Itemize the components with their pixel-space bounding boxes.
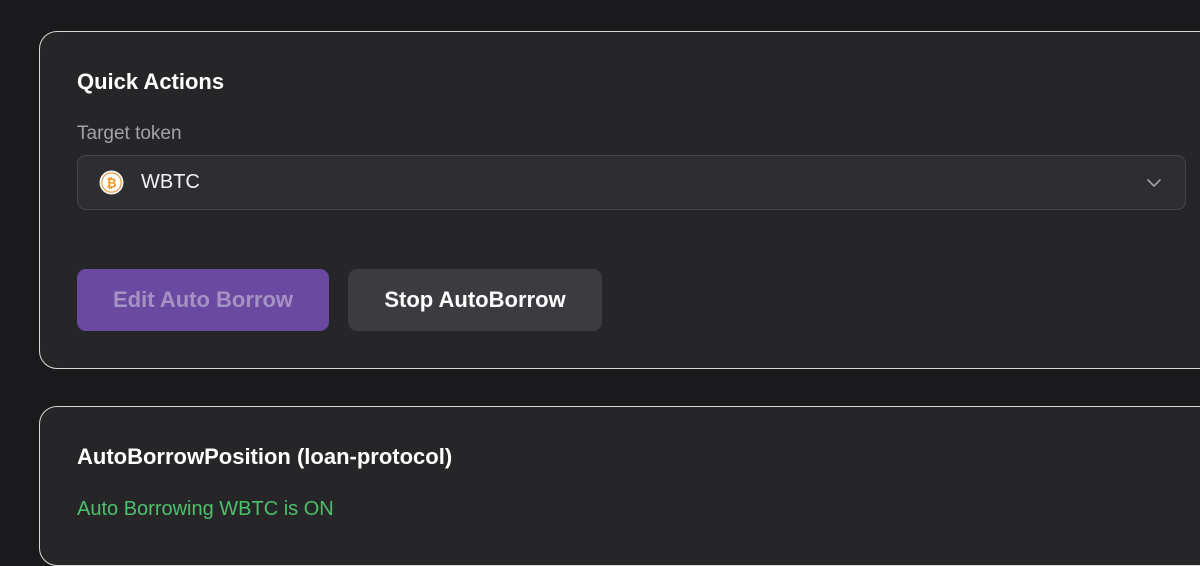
stop-autoborrow-button[interactable]: Stop AutoBorrow — [348, 269, 602, 331]
quick-actions-card: Quick Actions Target token ₿ WBTC Edit A… — [39, 31, 1200, 369]
target-token-select[interactable]: ₿ WBTC — [77, 155, 1186, 210]
svg-text:₿: ₿ — [106, 175, 116, 190]
target-token-label: Target token — [77, 123, 182, 144]
selected-token-value: WBTC — [141, 171, 200, 193]
status-text: Auto Borrowing WBTC is ON — [77, 498, 334, 520]
chevron-down-icon — [1147, 179, 1161, 187]
quick-actions-title: Quick Actions — [77, 69, 225, 94]
position-title: AutoBorrowPosition (loan-protocol) — [77, 444, 453, 469]
autoborrow-position-card: AutoBorrowPosition (loan-protocol) Auto … — [39, 406, 1200, 566]
bitcoin-icon: ₿ — [99, 170, 124, 195]
edit-auto-borrow-button[interactable]: Edit Auto Borrow — [77, 269, 329, 331]
